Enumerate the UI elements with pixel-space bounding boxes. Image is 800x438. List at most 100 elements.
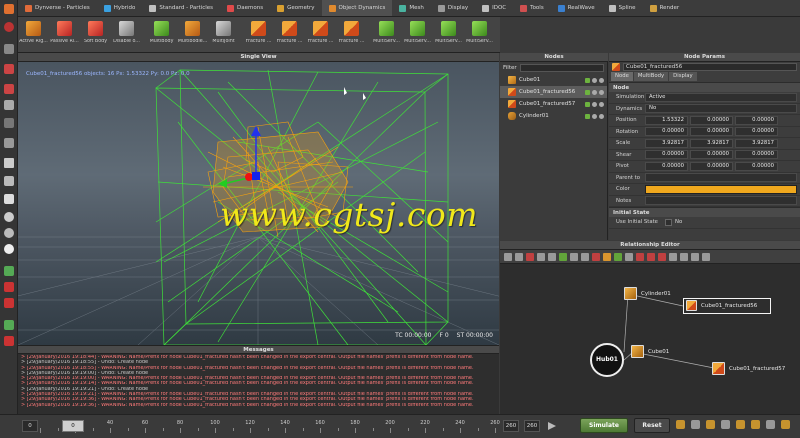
gear-icon[interactable] [4, 176, 14, 186]
vector-z-field[interactable]: 0.00000 [735, 161, 778, 171]
relationship-canvas[interactable]: Cylinder01 Cube01_fractured56 Hub01 Cube… [500, 264, 800, 414]
dynamics-select[interactable]: No [645, 104, 797, 114]
list-icon[interactable] [669, 252, 677, 261]
vector-z-field[interactable]: 0.00000 [735, 115, 778, 125]
vector-x-field[interactable]: 0.00000 [645, 127, 688, 137]
vector-y-field[interactable]: 0.00000 [690, 127, 733, 137]
vector-x-field[interactable]: 0.00000 [645, 150, 688, 160]
delete-icon[interactable] [4, 336, 14, 346]
cut-icon[interactable] [647, 252, 655, 261]
node-list-item[interactable]: Cube01_fractured57 [500, 98, 607, 110]
vector-x-field[interactable]: 3.92817 [645, 138, 688, 148]
time-start-field[interactable]: 0 [22, 420, 38, 432]
new-scene-icon[interactable] [4, 4, 14, 14]
key-icon[interactable] [676, 420, 685, 429]
param-tab[interactable]: Node [611, 72, 633, 81]
hand-icon[interactable] [751, 420, 760, 429]
list2-icon[interactable] [680, 252, 688, 261]
color-swatch[interactable] [645, 184, 797, 194]
cylinder-icon[interactable] [4, 244, 14, 254]
rel-node-cylinder[interactable]: Cylinder01 [624, 287, 671, 300]
shelf-tab[interactable]: Display [431, 0, 475, 16]
torus-icon[interactable] [4, 228, 14, 238]
visibility-icon[interactable] [592, 113, 597, 119]
vector-y-field[interactable]: 0.00000 [690, 161, 733, 171]
range-max-field[interactable]: 260 [524, 420, 540, 432]
shelf-tool-button[interactable]: Active Rig... [18, 17, 49, 53]
separator-icon[interactable] [625, 252, 633, 261]
eye-icon[interactable] [691, 420, 700, 429]
shelf-tab[interactable]: Render [643, 0, 687, 16]
vector-z-field[interactable]: 3.92817 [735, 138, 778, 148]
rel-node-frac57[interactable]: Cube01_fractured57 [712, 362, 785, 375]
visibility-icon[interactable] [592, 101, 597, 107]
move-icon[interactable] [4, 64, 14, 74]
shelf-tab[interactable]: Object Dynamics [321, 0, 393, 16]
vector-y-field[interactable]: 0.00000 [690, 150, 733, 160]
node-name-field[interactable]: Cube01_fractured56 [623, 63, 797, 71]
lock-icon[interactable] [599, 89, 604, 95]
shelf-tool-button[interactable]: Soft Body [80, 17, 111, 53]
paint-icon[interactable] [4, 266, 14, 276]
delete-link-icon[interactable] [636, 252, 644, 261]
current-frame-field[interactable]: 0 [62, 420, 84, 432]
stop-icon[interactable] [526, 252, 534, 261]
pin-icon[interactable] [766, 420, 775, 429]
shelf-tool-button[interactable]: Disable o... [111, 17, 142, 53]
rel-node-frac56[interactable]: Cube01_fractured56 [686, 300, 757, 311]
section-initial-state[interactable]: Initial State [609, 207, 800, 217]
reset-button[interactable]: Reset [634, 418, 670, 433]
zoom-icon[interactable] [581, 252, 589, 261]
shelf-tab[interactable]: Tools [513, 0, 551, 16]
shelf-tool-button[interactable]: Passive Ri... [49, 17, 80, 53]
vector-y-field[interactable]: 3.92817 [690, 138, 733, 148]
refresh-icon[interactable] [515, 252, 523, 261]
link-icon[interactable] [4, 118, 14, 128]
vector-x-field[interactable]: 1.53322 [645, 115, 688, 125]
timeline-ruler[interactable]: 20406080100120140160180200220240260 [40, 419, 500, 435]
options-icon[interactable] [691, 252, 699, 261]
scale-icon[interactable] [4, 100, 14, 110]
shelf-tool-button[interactable]: MultiServ... [402, 17, 433, 53]
shelf-tab[interactable]: IDOC [475, 0, 513, 16]
node-list-item[interactable]: Cube01_fractured56 [500, 86, 607, 98]
node-list-item[interactable]: Cube01 [500, 74, 607, 86]
param-tab[interactable]: Display [669, 72, 697, 81]
parent-select[interactable] [645, 173, 797, 183]
shelf-tab[interactable]: Daemons [220, 0, 270, 16]
section-node[interactable]: Node [609, 82, 800, 92]
vector-z-field[interactable]: 0.00000 [735, 150, 778, 160]
shelf-tool-button[interactable]: MultiServ... [433, 17, 464, 53]
hierarchy-icon[interactable] [570, 252, 578, 261]
simulate-button[interactable]: Simulate [580, 418, 628, 433]
shelf-tool-button[interactable]: MultiJoint [208, 17, 239, 53]
visibility-icon[interactable] [592, 77, 597, 83]
home-icon[interactable] [504, 252, 512, 261]
shelf-tool-button[interactable]: Fracture ... [274, 17, 305, 53]
edit-icon[interactable] [585, 113, 590, 119]
camera-icon[interactable] [706, 420, 715, 429]
filter-input[interactable] [519, 64, 604, 72]
wire-icon[interactable] [4, 138, 14, 148]
simulation-select[interactable]: Active [645, 92, 797, 102]
brush-icon[interactable] [4, 282, 14, 292]
shelf-tool-button[interactable]: MultiBody [146, 17, 177, 53]
messages-log[interactable]: > [29/January/2016 19:18:44] - WARNING: … [18, 354, 499, 414]
rel-node-cube[interactable]: Cube01 [631, 345, 669, 358]
vector-z-field[interactable]: 0.00000 [735, 127, 778, 137]
node-list-item[interactable]: Cylinder01 [500, 110, 607, 122]
use-initial-checkbox[interactable] [665, 218, 672, 226]
shelf-tool-button[interactable]: Fracture ... [305, 17, 336, 53]
record-icon[interactable] [4, 22, 14, 32]
visibility-icon[interactable] [592, 89, 597, 95]
shelf-tool-button[interactable]: Multibodie... [177, 17, 208, 53]
lock-icon[interactable] [599, 101, 604, 107]
node-icon[interactable] [603, 252, 611, 261]
disconnect-icon[interactable] [592, 252, 600, 261]
shelf-tab[interactable]: Hybrido [97, 0, 143, 16]
rel-node-hub[interactable]: Hub01 [590, 343, 624, 377]
shelf-tab[interactable]: Dynverse - Particles [18, 0, 97, 16]
vector-x-field[interactable]: 0.00000 [645, 161, 688, 171]
edit-icon[interactable] [585, 89, 590, 95]
param-tab[interactable]: MultiBody [633, 72, 669, 81]
